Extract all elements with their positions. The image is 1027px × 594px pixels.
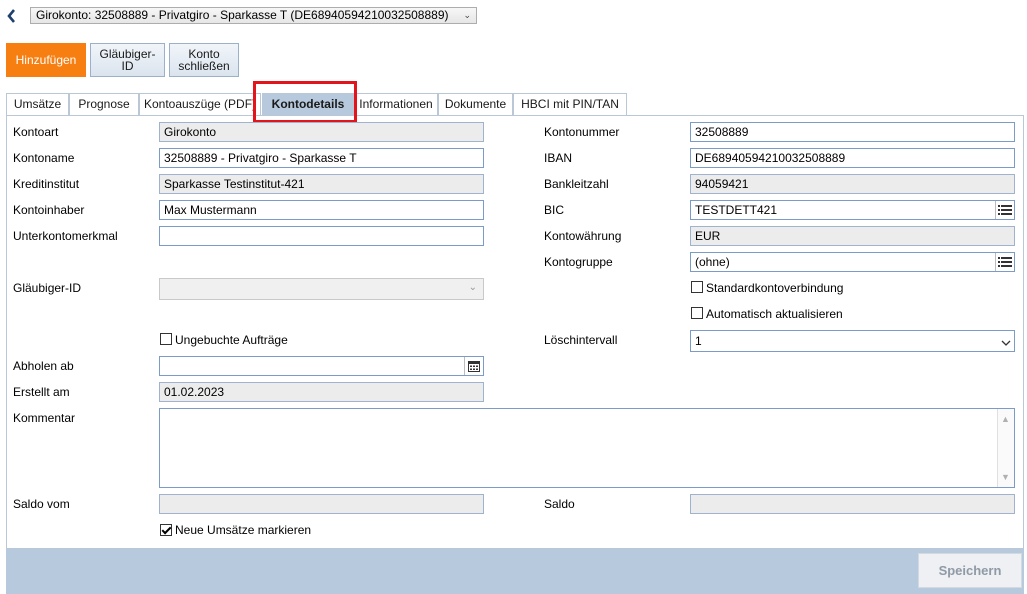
- tab-hbci[interactable]: HBCI mit PIN/TAN: [513, 93, 627, 115]
- close-account-button-label: Konto schließen: [178, 48, 229, 72]
- scroll-down-icon[interactable]: ▼: [1001, 468, 1010, 486]
- tab-label: HBCI mit PIN/TAN: [521, 97, 619, 111]
- tab-informationen[interactable]: Informationen: [354, 93, 438, 115]
- tab-prognose[interactable]: Prognose: [69, 93, 139, 115]
- bic-value: TESTDETT421: [695, 203, 778, 217]
- standardkonto-label: Standardkontoverbindung: [706, 281, 844, 295]
- calendar-icon[interactable]: [464, 357, 483, 375]
- kontoinhaber-field[interactable]: Max Mustermann: [159, 200, 484, 220]
- abholen-ab-field[interactable]: [159, 356, 484, 376]
- chevron-down-icon: [1001, 334, 1011, 351]
- saldo-vom-label: Saldo vom: [13, 497, 70, 511]
- list-icon[interactable]: [995, 201, 1014, 219]
- tab-label: Informationen: [359, 97, 433, 111]
- chevron-down-icon: ⌄: [463, 10, 471, 20]
- kontowaehrung-label: Kontowährung: [544, 229, 622, 243]
- kontoname-label: Kontoname: [13, 151, 75, 165]
- kontogruppe-field[interactable]: (ohne): [690, 252, 1015, 272]
- neue-umsaetze-checkbox[interactable]: [160, 524, 172, 536]
- save-button[interactable]: Speichern: [918, 553, 1022, 588]
- kreditinstitut-label: Kreditinstitut: [13, 177, 80, 191]
- close-account-button[interactable]: Konto schließen: [169, 43, 239, 77]
- scroll-up-icon[interactable]: ▲: [1001, 410, 1010, 428]
- tab-kontodetails[interactable]: Kontodetails: [262, 93, 354, 115]
- kontogruppe-label: Kontogruppe: [544, 255, 613, 269]
- ungebuchte-checkbox[interactable]: [160, 333, 172, 345]
- bankleitzahl-field[interactable]: 94059421: [690, 174, 1015, 194]
- tab-label: Kontoauszüge (PDF): [143, 97, 257, 111]
- kommentar-textarea[interactable]: ▲ ▼: [159, 408, 1015, 488]
- list-icon[interactable]: [995, 253, 1014, 271]
- standardkonto-checkbox[interactable]: [691, 281, 703, 293]
- kommentar-scrollbar[interactable]: ▲ ▼: [997, 409, 1014, 487]
- kontonummer-field[interactable]: 32508889: [690, 122, 1015, 142]
- ungebuchte-label: Ungebuchte Aufträge: [175, 333, 288, 347]
- glaeubiger-id-dropdown[interactable]: ⌄: [159, 278, 484, 300]
- tab-dokumente[interactable]: Dokumente: [438, 93, 513, 115]
- kontoart-label: Kontoart: [13, 125, 59, 139]
- account-dropdown[interactable]: Girokonto: 32508889 - Privatgiro - Spark…: [30, 7, 477, 24]
- iban-label: IBAN: [544, 151, 573, 165]
- loeschintervall-value: 1: [695, 334, 702, 348]
- iban-field[interactable]: DE68940594210032508889: [690, 148, 1015, 168]
- unterkontomerkmal-field[interactable]: [159, 226, 484, 246]
- glaeubiger-id-label: Gläubiger-ID: [13, 281, 82, 295]
- auto-update-label: Automatisch aktualisieren: [706, 307, 843, 321]
- saldo-label: Saldo: [544, 497, 575, 511]
- kontoart-field[interactable]: Girokonto: [159, 122, 484, 142]
- add-button-label: Hinzufügen: [15, 53, 77, 67]
- kreditinstitut-field[interactable]: Sparkasse Testinstitut-421: [159, 174, 484, 194]
- creditor-id-line2: ID: [121, 59, 134, 73]
- erstellt-am-field[interactable]: 01.02.2023: [159, 382, 484, 402]
- creditor-id-button[interactable]: Gläubiger- ID: [90, 43, 165, 77]
- bic-field[interactable]: TESTDETT421: [690, 200, 1015, 220]
- footer-bar: [6, 549, 1024, 594]
- add-button[interactable]: Hinzufügen: [6, 43, 86, 77]
- tab-label: Umsätze: [13, 97, 62, 111]
- tab-label: Dokumente: [444, 97, 507, 111]
- kontoname-field[interactable]: 32508889 - Privatgiro - Sparkasse T: [159, 148, 484, 168]
- save-button-label: Speichern: [938, 563, 1002, 578]
- close-account-line2: schließen: [178, 59, 230, 73]
- tab-label: Prognose: [78, 97, 130, 111]
- tab-umsaetze[interactable]: Umsätze: [6, 93, 69, 115]
- tab-label: Kontodetails: [271, 97, 345, 111]
- kontowaehrung-field[interactable]: EUR: [690, 226, 1015, 246]
- back-arrow-icon[interactable]: [4, 7, 20, 25]
- chevron-down-icon: ⌄: [468, 282, 477, 293]
- kommentar-label: Kommentar: [13, 411, 76, 425]
- kontonummer-label: Kontonummer: [544, 125, 620, 139]
- tab-bar: Umsätze Prognose Kontoauszüge (PDF) Kont…: [6, 93, 1024, 116]
- loeschintervall-dropdown[interactable]: 1: [690, 330, 1015, 352]
- unterkontomerkmal-label: Unterkontomerkmal: [13, 229, 118, 243]
- bankleitzahl-label: Bankleitzahl: [544, 177, 609, 191]
- account-dropdown-value: Girokonto: 32508889 - Privatgiro - Spark…: [36, 8, 449, 22]
- bic-label: BIC: [544, 203, 565, 217]
- abholen-ab-label: Abholen ab: [13, 359, 74, 373]
- neue-umsaetze-label: Neue Umsätze markieren: [175, 523, 312, 537]
- auto-update-checkbox[interactable]: [691, 307, 703, 319]
- kontoinhaber-label: Kontoinhaber: [13, 203, 85, 217]
- kontogruppe-value: (ohne): [695, 255, 730, 269]
- loeschintervall-label: Löschintervall: [544, 333, 618, 347]
- saldo-vom-field[interactable]: [159, 494, 484, 514]
- saldo-field[interactable]: [690, 494, 1015, 514]
- creditor-id-button-label: Gläubiger- ID: [99, 48, 155, 72]
- erstellt-am-label: Erstellt am: [13, 385, 70, 399]
- tab-kontoauszuege[interactable]: Kontoauszüge (PDF): [139, 93, 261, 115]
